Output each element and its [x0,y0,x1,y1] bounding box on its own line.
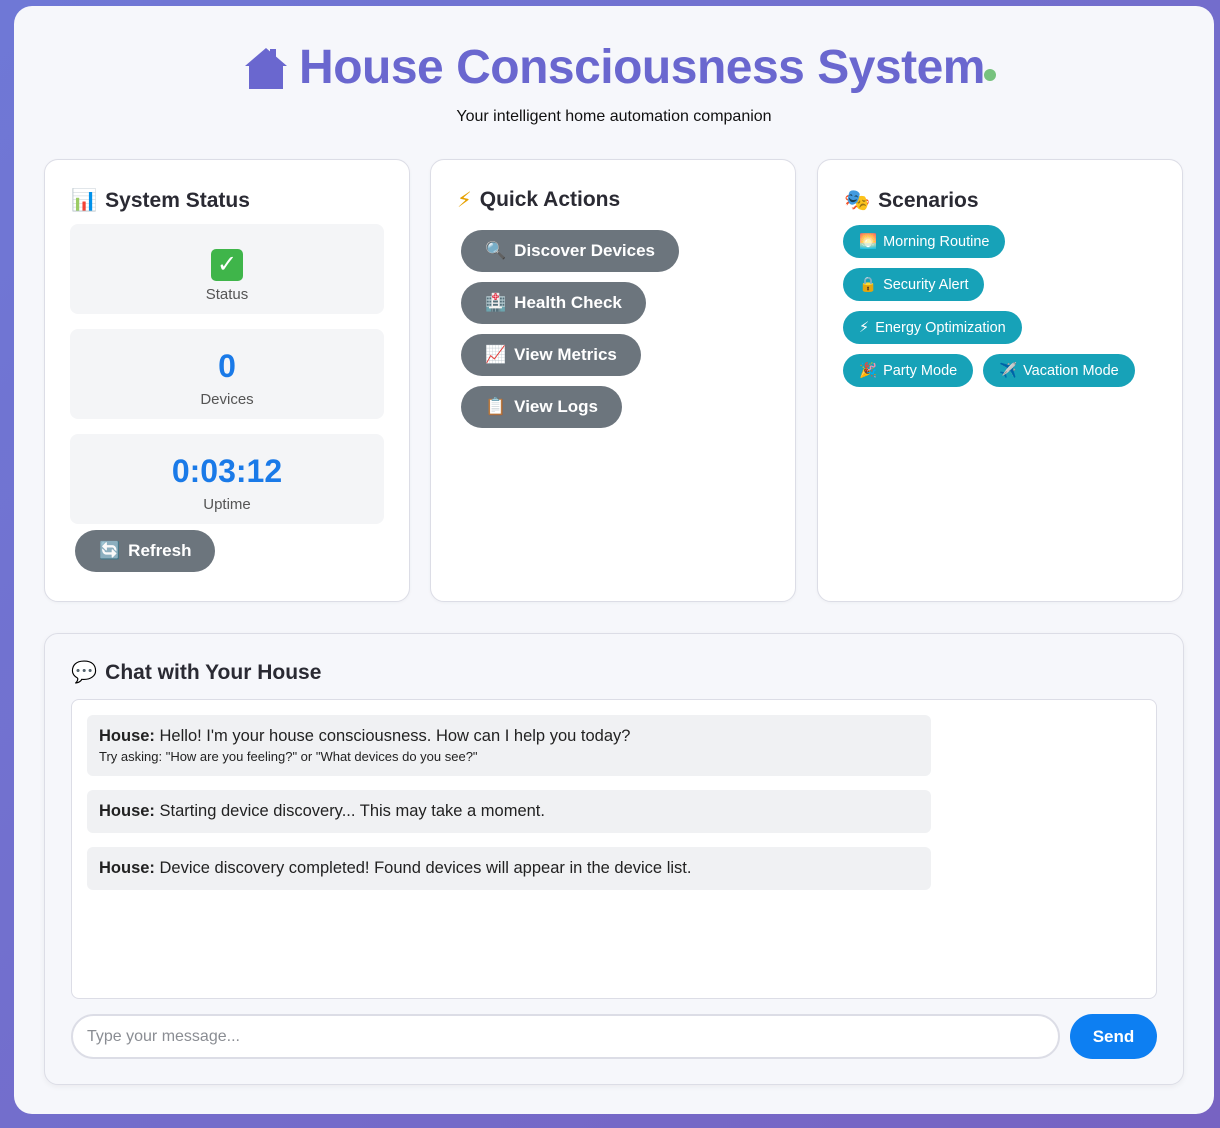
party-popper-icon: 🎉 [859,363,878,379]
morning-routine-button[interactable]: 🌅 Morning Routine [843,225,1006,258]
subtitle: Your intelligent home automation compani… [456,107,772,125]
message-text: Hello! I'm your house consciousness. How… [159,727,631,745]
sunrise-icon: 🌅 [859,234,878,250]
health-check-label: Health Check [514,293,622,312]
message-input[interactable] [71,1014,1060,1059]
chart-up-icon: 📈 [485,345,507,365]
security-alert-label: Security Alert [883,276,969,293]
hospital-icon: 🏥 [485,293,507,313]
lock-icon: 🔒 [859,277,878,293]
send-button[interactable]: Send [1070,1014,1157,1059]
energy-optimization-button[interactable]: ⚡ Energy Optimization [843,311,1022,344]
message-text: Starting device discovery... This may ta… [159,802,545,820]
uptime-stat: 0:03:12 Uptime [70,434,384,524]
refresh-label: Refresh [128,541,192,560]
energy-optimization-label: Energy Optimization [875,319,1006,336]
chat-panel: 💬 Chat with Your House House: Hello! I'm… [44,633,1184,1085]
quick-actions-card: ⚡ Quick Actions 🔍 Discover Devices 🏥 Hea… [430,159,796,602]
chat-message: House: Device discovery completed! Found… [87,847,931,890]
devices-label: Devices [200,391,254,408]
refresh-button[interactable]: 🔄 Refresh [75,530,216,572]
uptime-value: 0:03:12 [171,453,283,489]
dashboard-cards: 📊 System Status ✓ Status 0 Devices 0:03:… [44,159,1184,602]
airplane-icon: ✈️ [999,363,1018,379]
speech-bubble-icon: 💬 [71,660,98,684]
party-mode-button[interactable]: 🎉 Party Mode [843,354,974,387]
check-icon: ✓ [211,249,243,281]
discover-devices-label: Discover Devices [514,241,655,260]
status-stat: ✓ Status [70,224,384,314]
quick-actions-title: Quick Actions [479,188,621,211]
system-status-heading: 📊 System Status [71,188,250,213]
lightning-icon: ⚡ [859,319,870,336]
chat-title: Chat with Your House [105,660,322,684]
chat-log[interactable]: House: Hello! I'm your house consciousne… [71,699,1157,999]
lightning-icon: ⚡ [457,188,472,212]
message-text: Device discovery completed! Found device… [159,859,692,877]
view-metrics-button[interactable]: 📈 View Metrics [461,334,641,376]
quick-actions-heading: ⚡ Quick Actions [457,188,620,212]
uptime-label: Uptime [203,496,251,513]
view-logs-button[interactable]: 📋 View Logs [461,386,622,428]
clipboard-icon: 📋 [485,397,507,417]
discover-devices-button[interactable]: 🔍 Discover Devices [461,230,679,272]
scenarios-card: 🎭 Scenarios 🌅 Morning Routine 🔒 Security… [817,159,1183,602]
bar-chart-icon: 📊 [71,188,98,212]
view-logs-label: View Logs [514,397,598,416]
theater-masks-icon: 🎭 [844,188,871,212]
status-value: ✓ [70,242,384,281]
refresh-icon: 🔄 [99,541,121,561]
message-sender: House: [99,859,160,877]
status-dot [984,69,996,81]
system-status-card: 📊 System Status ✓ Status 0 Devices 0:03:… [44,159,410,602]
vacation-mode-label: Vacation Mode [1023,362,1119,379]
message-sender: House: [99,727,160,745]
health-check-button[interactable]: 🏥 Health Check [461,282,646,324]
page-title: House Consciousness System [243,40,985,95]
vacation-mode-button[interactable]: ✈️ Vacation Mode [983,354,1135,387]
status-label: Status [205,286,249,303]
devices-stat: 0 Devices [70,329,384,419]
party-mode-label: Party Mode [883,362,958,379]
view-metrics-label: View Metrics [514,345,617,364]
app-window: House Consciousness System Your intellig… [14,6,1214,1114]
header: House Consciousness System Your intellig… [14,6,1214,146]
scenarios-title: Scenarios [878,188,979,212]
security-alert-button[interactable]: 🔒 Security Alert [843,268,985,301]
scenarios-heading: 🎭 Scenarios [844,188,979,213]
devices-count: 0 [218,348,236,384]
message-hint: Try asking: "How are you feeling?" or "W… [99,749,478,764]
morning-routine-label: Morning Routine [883,233,990,250]
message-sender: House: [99,802,160,820]
magnifier-icon: 🔍 [485,241,507,261]
house-icon [245,47,288,89]
chat-message: House: Starting device discovery... This… [87,790,931,833]
chat-message: House: Hello! I'm your house consciousne… [87,715,931,776]
title-text: House Consciousness System [299,41,985,94]
system-status-title: System Status [105,188,250,212]
chat-heading: 💬 Chat with Your House [71,660,321,685]
